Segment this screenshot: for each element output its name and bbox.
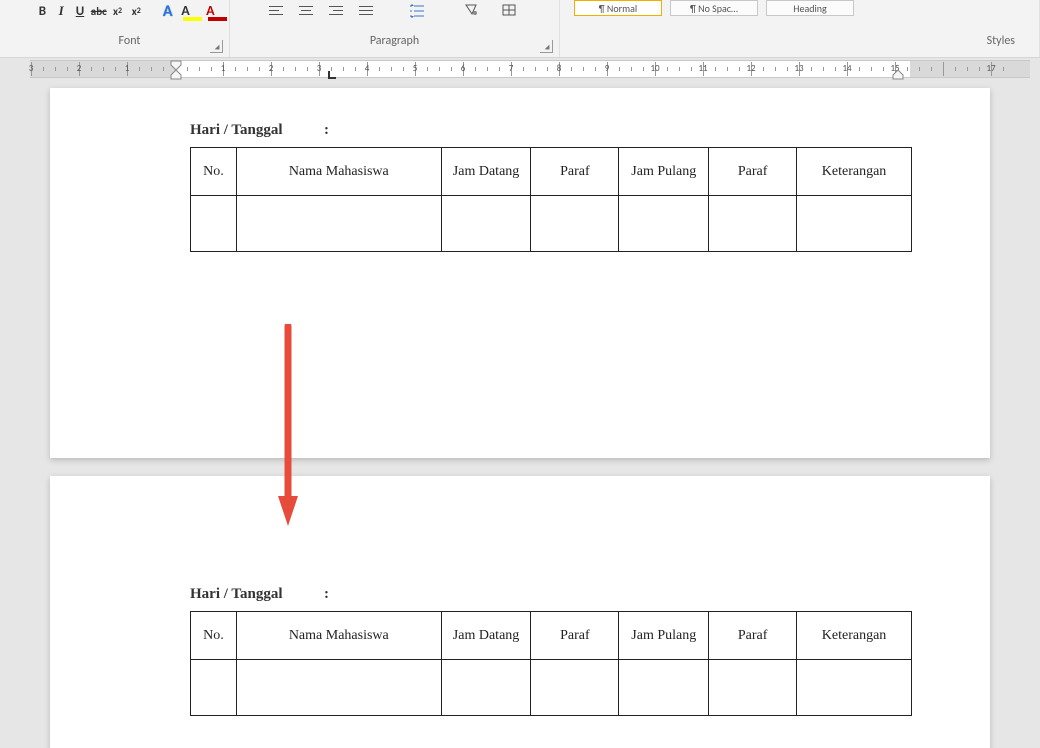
highlight-button[interactable]: A xyxy=(181,2,204,20)
align-left-button[interactable] xyxy=(265,2,287,20)
heading-1-colon: : xyxy=(305,122,329,139)
ruler-indent-marker[interactable] xyxy=(170,60,182,80)
table-2-header-row: No. Nama Mahasiswa Jam Datang Paraf Jam … xyxy=(191,612,912,660)
th-ket[interactable]: Keterangan xyxy=(797,612,912,660)
cell[interactable] xyxy=(709,196,797,252)
style-normal[interactable]: ¶ Normal xyxy=(574,0,662,16)
table-1-row-1[interactable] xyxy=(191,196,912,252)
table-2[interactable]: No. Nama Mahasiswa Jam Datang Paraf Jam … xyxy=(190,611,912,716)
cell[interactable] xyxy=(441,660,531,716)
cell[interactable] xyxy=(709,660,797,716)
heading-1: Hari / Tanggal : xyxy=(190,122,910,139)
th-paraf1[interactable]: Paraf xyxy=(531,148,619,196)
ribbon-group-font: B I U abc x2 x2 A A A Font xyxy=(0,0,230,57)
th-nama[interactable]: Nama Mahasiswa xyxy=(236,612,441,660)
cell[interactable] xyxy=(191,196,237,252)
ruler-area: 32112345678910111213141517 xyxy=(0,58,1040,80)
borders-button[interactable] xyxy=(495,2,525,20)
th-jamplg[interactable]: Jam Pulang xyxy=(619,612,709,660)
style-heading[interactable]: Heading xyxy=(766,0,854,16)
justify-button[interactable] xyxy=(355,2,377,20)
align-right-button[interactable] xyxy=(325,2,347,20)
styles-group-label: Styles xyxy=(560,20,1039,52)
cell[interactable] xyxy=(441,196,531,252)
table-1[interactable]: No. Nama Mahasiswa Jam Datang Paraf Jam … xyxy=(190,147,912,252)
horizontal-ruler[interactable]: 32112345678910111213141517 xyxy=(30,60,1030,78)
superscript-button[interactable]: x2 xyxy=(128,2,145,20)
subscript-button[interactable]: x2 xyxy=(109,2,126,20)
page-2[interactable]: Hari / Tanggal : No. Nama Mahasiswa Jam … xyxy=(50,476,990,748)
th-paraf2[interactable]: Paraf xyxy=(709,612,797,660)
text-effects-button[interactable]: A xyxy=(156,2,179,20)
th-jamplg[interactable]: Jam Pulang xyxy=(619,148,709,196)
table-1-header-row: No. Nama Mahasiswa Jam Datang Paraf Jam … xyxy=(191,148,912,196)
style-nospacing[interactable]: ¶ No Spac… xyxy=(670,0,758,16)
cell[interactable] xyxy=(619,660,709,716)
font-color-button[interactable]: A xyxy=(206,2,229,20)
table-2-row-1[interactable] xyxy=(191,660,912,716)
cell[interactable] xyxy=(531,196,619,252)
heading-2: Hari / Tanggal : xyxy=(190,586,910,603)
page-1[interactable]: Hari / Tanggal : No. Nama Mahasiswa Jam … xyxy=(50,88,990,458)
heading-1-label: Hari / Tanggal xyxy=(190,122,283,138)
ribbon-group-paragraph: Paragraph xyxy=(230,0,560,57)
cell[interactable] xyxy=(236,660,441,716)
styles-gallery: ¶ Normal ¶ No Spac… Heading xyxy=(560,0,1039,20)
th-no[interactable]: No. xyxy=(191,148,237,196)
cell[interactable] xyxy=(531,660,619,716)
underline-button[interactable]: U xyxy=(72,2,89,20)
heading-2-colon: : xyxy=(305,586,329,603)
ruler-tab-stop[interactable] xyxy=(328,70,338,80)
th-nama[interactable]: Nama Mahasiswa xyxy=(236,148,441,196)
th-jamdtg[interactable]: Jam Datang xyxy=(441,148,531,196)
font-format-row: B I U abc x2 x2 A A A xyxy=(30,0,229,20)
shading-button[interactable] xyxy=(457,2,487,20)
heading-2-label: Hari / Tanggal xyxy=(190,586,283,602)
th-ket[interactable]: Keterangan xyxy=(797,148,912,196)
cell[interactable] xyxy=(619,196,709,252)
th-paraf1[interactable]: Paraf xyxy=(531,612,619,660)
th-jamdtg[interactable]: Jam Datang xyxy=(441,612,531,660)
font-dialog-launcher[interactable] xyxy=(210,40,223,53)
strikethrough-button[interactable]: abc xyxy=(90,2,107,20)
ribbon: B I U abc x2 x2 A A A Font xyxy=(0,0,1040,58)
ruler-right-indent-marker[interactable] xyxy=(892,60,904,80)
ribbon-group-styles: ¶ Normal ¶ No Spac… Heading Styles xyxy=(560,0,1040,57)
cell[interactable] xyxy=(797,660,912,716)
bold-button[interactable]: B xyxy=(34,2,51,20)
align-center-button[interactable] xyxy=(295,2,317,20)
cell[interactable] xyxy=(191,660,237,716)
cell[interactable] xyxy=(236,196,441,252)
italic-button[interactable]: I xyxy=(53,2,70,20)
paragraph-format-row xyxy=(230,0,559,20)
paragraph-group-label: Paragraph xyxy=(230,20,559,52)
cell[interactable] xyxy=(797,196,912,252)
paragraph-dialog-launcher[interactable] xyxy=(540,40,553,53)
th-no[interactable]: No. xyxy=(191,612,237,660)
font-group-label: Font xyxy=(30,20,229,52)
line-spacing-button[interactable] xyxy=(403,2,433,20)
document-area[interactable]: Hari / Tanggal : No. Nama Mahasiswa Jam … xyxy=(0,80,1040,748)
th-paraf2[interactable]: Paraf xyxy=(709,148,797,196)
